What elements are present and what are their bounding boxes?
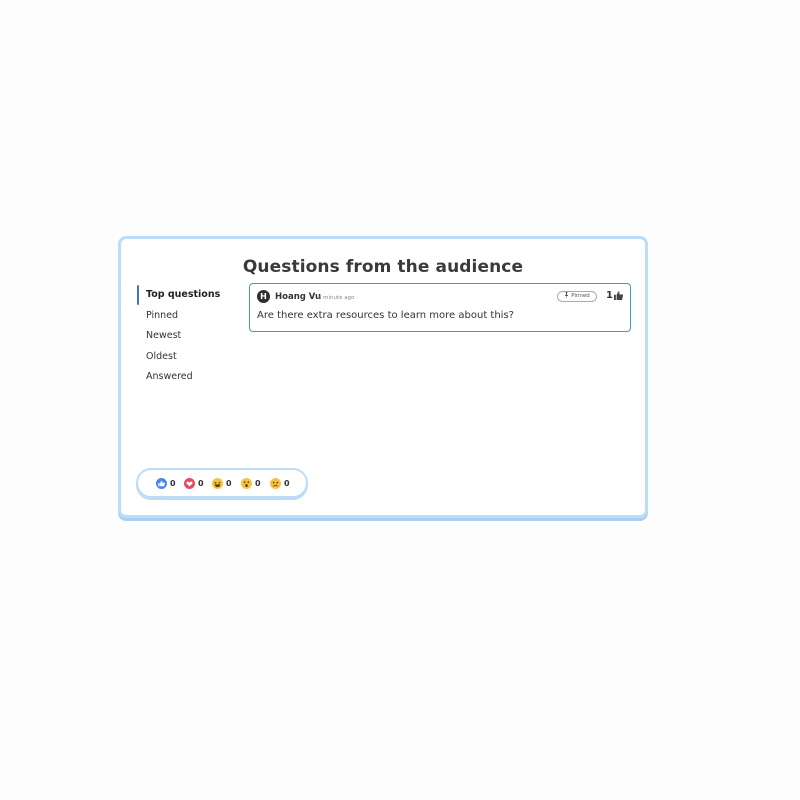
- thumbs-up-icon: [613, 291, 623, 300]
- reaction-sad-count: 0: [284, 479, 290, 488]
- reaction-heart-count: 0: [198, 479, 204, 488]
- question-text: Are there extra resources to learn more …: [257, 310, 514, 321]
- pin-icon: [565, 292, 569, 298]
- reaction-like-count: 0: [170, 479, 176, 488]
- sort-tabs: Top questions Pinned Newest Oldest Answe…: [137, 285, 237, 388]
- reaction-laugh[interactable]: 0: [212, 478, 232, 489]
- like-icon: [156, 478, 167, 489]
- panel-title: Questions from the audience: [242, 257, 524, 277]
- avatar: H: [257, 290, 270, 303]
- stage: Questions from the audience Top question…: [0, 0, 800, 800]
- sad-icon: [270, 478, 281, 489]
- tab-newest[interactable]: Newest: [137, 326, 237, 347]
- tab-top-questions[interactable]: Top questions: [137, 285, 237, 306]
- reaction-bar: 0 0 0 0 0: [136, 468, 308, 498]
- reaction-heart[interactable]: 0: [184, 478, 204, 489]
- reaction-laugh-count: 0: [226, 479, 232, 488]
- laugh-icon: [212, 478, 223, 489]
- wow-icon: [241, 478, 252, 489]
- upvote-count: 1: [606, 290, 613, 301]
- tab-answered[interactable]: Answered: [137, 367, 237, 388]
- reaction-like[interactable]: 0: [156, 478, 176, 489]
- reaction-wow-count: 0: [255, 479, 261, 488]
- tab-pinned[interactable]: Pinned: [137, 306, 237, 327]
- reaction-sad[interactable]: 0: [270, 478, 290, 489]
- upvote-button[interactable]: 1: [606, 290, 623, 301]
- pinned-label: Pinned: [571, 293, 590, 299]
- tab-oldest[interactable]: Oldest: [137, 347, 237, 368]
- question-time: a minute ago: [318, 295, 355, 301]
- qa-panel: Questions from the audience Top question…: [118, 236, 648, 518]
- reaction-wow[interactable]: 0: [241, 478, 261, 489]
- heart-icon: [184, 478, 195, 489]
- question-author: Hoang Vu: [275, 292, 322, 302]
- pinned-badge[interactable]: Pinned: [557, 291, 597, 302]
- question-card[interactable]: H Hoang Vu a minute ago Pinned 1 Are the…: [249, 283, 631, 332]
